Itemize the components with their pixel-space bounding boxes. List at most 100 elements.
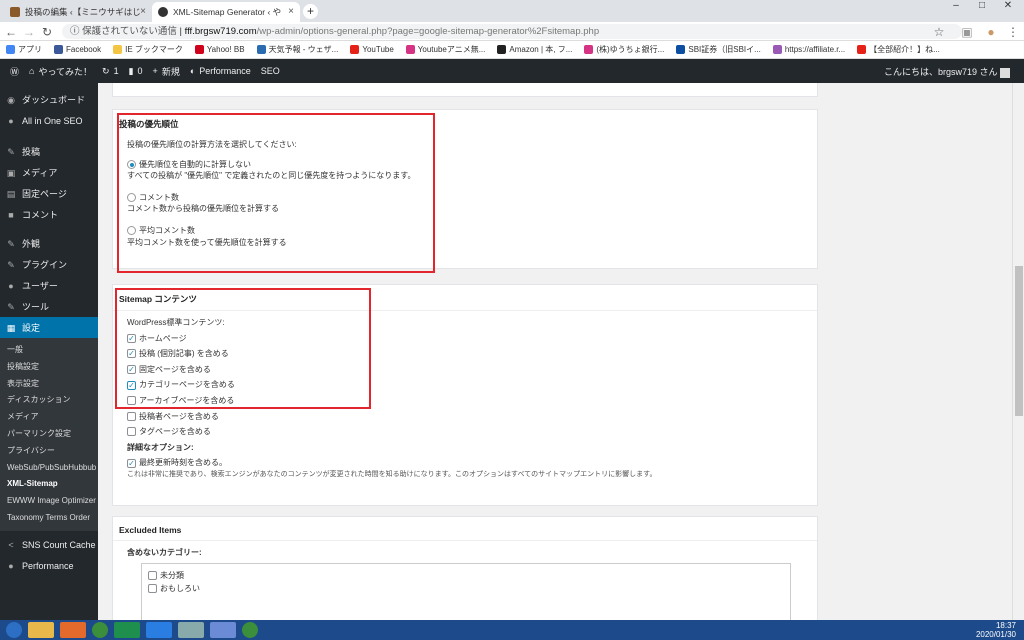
window-close-icon[interactable]: ✕ bbox=[996, 0, 1020, 12]
submenu-reading[interactable]: 表示設定 bbox=[0, 376, 98, 393]
sidebar-item-posts[interactable]: ✎ 投稿 bbox=[0, 141, 98, 162]
paint-icon[interactable] bbox=[210, 622, 236, 638]
excel-icon[interactable] bbox=[114, 622, 140, 638]
maximize-icon[interactable]: □ bbox=[970, 0, 994, 12]
sidebar-item-appearance[interactable]: ✎ 外観 bbox=[0, 233, 98, 254]
url-path: /wp-admin/options-general.php?page=googl… bbox=[256, 26, 600, 37]
submenu-discussion[interactable]: ディスカッション bbox=[0, 392, 98, 409]
bookmark-facebook[interactable]: Facebook bbox=[54, 45, 101, 54]
submenu-privacy[interactable]: プライバシー bbox=[0, 443, 98, 460]
bookmark-anime[interactable]: Youtubeアニメ無... bbox=[405, 44, 485, 55]
submenu-permalink[interactable]: パーマリンク設定 bbox=[0, 426, 98, 443]
sidebar-item-plugins[interactable]: ✎ プラグイン bbox=[0, 254, 98, 275]
new-content-link[interactable]: + 新規 bbox=[153, 65, 180, 78]
sbi-icon bbox=[676, 45, 686, 54]
page-scrollbar[interactable] bbox=[1012, 83, 1024, 620]
bookmark-ie[interactable]: IE ブックマーク bbox=[113, 44, 183, 55]
share-icon: < bbox=[8, 540, 14, 551]
start-icon[interactable] bbox=[6, 622, 22, 638]
submenu-xml-sitemap[interactable]: XML-Sitemap bbox=[0, 476, 98, 493]
updates-link[interactable]: ↻ 1 bbox=[102, 66, 119, 77]
bookmark-yahoo[interactable]: Yahoo! BB bbox=[194, 45, 245, 54]
media-player-icon[interactable] bbox=[60, 622, 86, 638]
back-icon[interactable]: ← bbox=[4, 25, 18, 39]
checkbox-tags[interactable]: タグページを含める bbox=[127, 426, 803, 438]
lastmod-note: これは非常に推奨であり、検索エンジンがあなたのコンテンツが変更された時間を知る助… bbox=[127, 470, 657, 478]
submenu-writing[interactable]: 投稿設定 bbox=[0, 359, 98, 376]
bookmark-youtube[interactable]: YouTube bbox=[350, 45, 394, 54]
sidebar-item-dashboard[interactable]: ◉ ダッシュボード bbox=[0, 89, 98, 110]
profile-avatar[interactable]: ● bbox=[984, 25, 998, 39]
chrome-icon[interactable] bbox=[92, 622, 108, 638]
performance-link[interactable]: ◐ Performance bbox=[190, 66, 251, 76]
forward-icon[interactable]: → bbox=[22, 25, 36, 39]
bookmark-zenbu[interactable]: 【全部紹介！】ね... bbox=[857, 44, 940, 55]
checkbox[interactable] bbox=[127, 427, 136, 437]
bookmark-apps[interactable]: アプリ bbox=[6, 44, 42, 55]
comment-icon: ■ bbox=[8, 209, 14, 220]
sidebar-item-pages[interactable]: ▤ 固定ページ bbox=[0, 183, 98, 204]
sidebar-item-settings[interactable]: ▦ 設定 bbox=[0, 317, 98, 338]
close-icon[interactable]: × bbox=[288, 6, 294, 17]
explorer-icon[interactable] bbox=[28, 622, 54, 638]
checkbox-lastmod[interactable]: ✓ 最終更新時刻を含める。 bbox=[127, 457, 803, 469]
bookmark-amazon[interactable]: Amazon | 本, フ... bbox=[497, 44, 572, 55]
submenu-ewww[interactable]: EWWW Image Optimizer bbox=[0, 493, 98, 510]
bluetooth-icon[interactable] bbox=[146, 622, 172, 638]
plugin-icon: ✎ bbox=[7, 259, 15, 270]
close-icon[interactable]: × bbox=[140, 6, 146, 17]
sidebar-item-performance[interactable]: ● Performance bbox=[0, 556, 98, 577]
url-input[interactable]: ⓘ 保護されていない通信 | fff.brgsw719.com/wp-admin… bbox=[62, 24, 962, 39]
gauge-icon: ◐ bbox=[189, 66, 196, 76]
extension-icon[interactable]: ▣ bbox=[960, 25, 974, 39]
browser-tab-sitemap[interactable]: XML-Sitemap Generator ‹ や × bbox=[152, 2, 300, 22]
submenu-media[interactable]: メディア bbox=[0, 409, 98, 426]
browser-tab-post-edit[interactable]: 投稿の編集 ‹【ミニウサギはじ × bbox=[4, 2, 152, 22]
account-menu[interactable]: こんにちは、brgsw719 さん bbox=[884, 65, 1010, 78]
sidebar-item-users[interactable]: ● ユーザー bbox=[0, 275, 98, 296]
sidebar-item-comments[interactable]: ■ コメント bbox=[0, 204, 98, 225]
excluded-categories-label: 含めないカテゴリー: bbox=[127, 548, 202, 557]
bookmark-weather[interactable]: 天気予報 - ウェザ... bbox=[256, 44, 338, 55]
favicon-icon bbox=[10, 7, 20, 17]
app-icon[interactable] bbox=[178, 622, 204, 638]
checkbox[interactable] bbox=[127, 411, 136, 421]
submenu-general[interactable]: 一般 bbox=[0, 342, 98, 359]
new-tab-button[interactable]: + bbox=[303, 4, 318, 19]
bookmark-yucho[interactable]: (株)ゆうちょ銀行... bbox=[584, 44, 664, 55]
refresh-icon: ↻ bbox=[102, 65, 110, 76]
star-icon[interactable]: ☆ bbox=[932, 25, 946, 39]
checkbox-category[interactable]: おもしろい bbox=[148, 583, 784, 595]
seo-link[interactable]: SEO bbox=[261, 66, 280, 76]
reload-icon[interactable]: ↻ bbox=[40, 25, 54, 39]
checkbox[interactable]: ✓ bbox=[127, 458, 136, 468]
youtube-icon bbox=[350, 45, 360, 54]
menu-icon[interactable]: ⋮ bbox=[1006, 25, 1020, 39]
scrollbar-thumb[interactable] bbox=[1015, 266, 1023, 416]
sidebar-item-sns-count[interactable]: < SNS Count Cache bbox=[0, 535, 98, 556]
chrome-active-icon[interactable] bbox=[242, 622, 258, 638]
sidebar-item-media[interactable]: ▣ メディア bbox=[0, 162, 98, 183]
excluded-card: Excluded Items 含めないカテゴリー: 未分類 おもしろい bbox=[112, 516, 818, 620]
address-bar-row: ← → ↻ ⓘ 保護されていない通信 | fff.brgsw719.com/wp… bbox=[0, 22, 1024, 41]
checkbox-category[interactable]: 未分類 bbox=[148, 570, 784, 582]
wordpress-logo-icon[interactable]: Ⓦ bbox=[10, 65, 19, 78]
bookmark-affiliate[interactable]: https://affiliate.r... bbox=[772, 45, 845, 54]
minimize-icon[interactable]: – bbox=[944, 0, 968, 12]
comments-link[interactable]: ▮ 0 bbox=[129, 66, 143, 77]
tab-title: 投稿の編集 ‹【ミニウサギはじ bbox=[25, 7, 141, 17]
sidebar-item-seo[interactable]: ● All in One SEO bbox=[0, 110, 98, 131]
site-name-link[interactable]: ⌂ やってみた！ bbox=[29, 65, 92, 78]
checkbox[interactable] bbox=[148, 570, 157, 580]
sidebar-item-tools[interactable]: ✎ ツール bbox=[0, 296, 98, 317]
info-icon[interactable]: ⓘ bbox=[70, 26, 80, 37]
submenu-taxonomy-order[interactable]: Taxonomy Terms Order bbox=[0, 510, 98, 527]
system-clock[interactable]: 18:37 2020/01/30 bbox=[976, 621, 1016, 640]
checkbox[interactable] bbox=[148, 584, 157, 594]
bookmark-sbi[interactable]: SBI証券（旧SBIイ... bbox=[676, 44, 761, 55]
wordpress-favicon-icon bbox=[158, 7, 168, 17]
checkbox-authors[interactable]: 投稿者ページを含める bbox=[127, 411, 803, 423]
submenu-websub[interactable]: WebSub/PubSubHubbub bbox=[0, 460, 98, 477]
amazon-icon bbox=[497, 45, 507, 54]
media-icon: ▣ bbox=[6, 167, 16, 178]
